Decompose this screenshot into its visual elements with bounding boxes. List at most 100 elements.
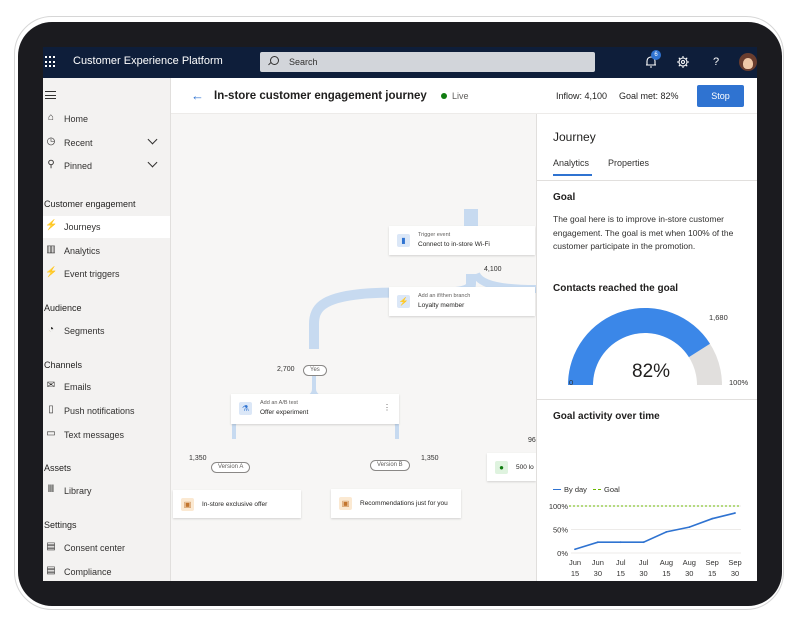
gauge-count-label: 1,680 xyxy=(709,313,728,322)
x-tick-label: Jul xyxy=(616,558,626,567)
y-tick-label: 50% xyxy=(553,526,568,535)
divider xyxy=(537,180,757,181)
waffle-icon[interactable] xyxy=(45,56,57,68)
journey-panel: Journey Analytics Properties Goal The go… xyxy=(536,114,757,581)
x-tick-label: Sep xyxy=(705,558,718,567)
chevron-down-icon xyxy=(147,157,158,168)
sidebar: ⌂ Home ◷ Recent ⚲ Pinned Customer engage… xyxy=(43,78,171,581)
page-header: ← In-store customer engagement journey L… xyxy=(171,78,757,114)
avatar[interactable] xyxy=(739,53,757,71)
gear-icon[interactable] xyxy=(675,54,691,70)
trigger-tile[interactable]: ▮ Trigger event Connect to in-store Wi-F… xyxy=(389,226,535,255)
sidebar-item-analytics[interactable]: ▥ Analytics xyxy=(43,240,170,262)
offer-b-tile[interactable]: ▣ Recommendations just for you xyxy=(331,489,461,518)
flow-count: 96 xyxy=(528,437,536,444)
sidebar-item-emails[interactable]: ✉ Emails xyxy=(43,376,170,398)
sidebar-item-push-notifications[interactable]: ▯ Push notifications xyxy=(43,400,170,422)
more-options-icon[interactable]: ⋮ xyxy=(383,403,391,412)
help-icon[interactable]: ? xyxy=(708,54,724,70)
segments-icon: ◔ xyxy=(47,324,55,335)
hamburger-menu-icon[interactable] xyxy=(45,91,56,99)
x-tick-label: Jun xyxy=(569,558,581,567)
gauge-value: 82% xyxy=(632,361,671,382)
journey-icon: ⚡ xyxy=(45,220,58,231)
app-screen: Customer Experience Platform Search 6 ? … xyxy=(43,47,757,581)
sidebar-item-compliance[interactable]: ▤ Compliance xyxy=(43,561,170,581)
yes-pill: Yes xyxy=(303,365,327,376)
flask-icon: ⚗ xyxy=(239,402,252,415)
status-badge: Live xyxy=(452,91,469,101)
x-tick-label: 30 xyxy=(594,569,602,578)
activity-heading: Goal activity over time xyxy=(553,411,660,422)
legend-by-day-swatch xyxy=(553,489,561,490)
search-icon xyxy=(270,56,279,65)
tab-analytics[interactable]: Analytics xyxy=(553,158,589,168)
goal-heading: Goal xyxy=(553,192,576,203)
top-bar: Customer Experience Platform Search 6 ? xyxy=(43,47,757,78)
y-tick-label: 100% xyxy=(549,502,569,511)
by-day-point xyxy=(596,541,599,544)
notification-badge: 6 xyxy=(651,50,661,60)
clock-icon: ◷ xyxy=(46,136,56,147)
x-tick-label: Jul xyxy=(639,558,649,567)
contacts-heading: Contacts reached the goal xyxy=(553,283,679,294)
x-tick-label: 15 xyxy=(662,569,670,578)
trigger-icon: ▮ xyxy=(397,234,410,247)
journey-canvas[interactable]: ▮ Trigger event Connect to in-store Wi-F… xyxy=(171,114,536,581)
sidebar-heading-settings: Settings xyxy=(44,520,77,530)
version-b-pill: Version B xyxy=(370,460,410,471)
legend-goal: Goal xyxy=(604,485,620,494)
x-tick-label: Jun xyxy=(592,558,604,567)
home-icon: ⌂ xyxy=(47,112,55,123)
ab-test-tile[interactable]: ⚗ Add an A/B test Offer experiment ⋮ xyxy=(231,394,399,424)
flow-count: 1,350 xyxy=(189,455,207,462)
sidebar-item-library[interactable]: Ⅲ Library xyxy=(43,480,170,502)
sidebar-item-event-triggers[interactable]: ⚡ Event triggers xyxy=(43,263,170,285)
by-day-point xyxy=(642,541,645,544)
version-a-pill: Version A xyxy=(211,462,251,473)
offer-a-tile[interactable]: ▣ In-store exclusive offer xyxy=(173,490,301,518)
consent-icon: ▤ xyxy=(46,541,56,552)
legend-goal-swatch xyxy=(593,489,601,490)
sidebar-item-pinned[interactable]: ⚲ Pinned xyxy=(43,155,170,177)
x-tick-label: Sep xyxy=(728,558,741,567)
bell-icon[interactable]: 6 xyxy=(643,50,661,70)
x-tick-label: 15 xyxy=(708,569,716,578)
sidebar-heading-customer-engagement: Customer engagement xyxy=(44,199,136,209)
by-day-series-line xyxy=(574,512,736,551)
active-tab-indicator xyxy=(553,174,592,176)
sidebar-item-journeys[interactable]: ⚡ Journeys xyxy=(43,216,170,238)
sidebar-item-recent[interactable]: ◷ Recent xyxy=(43,132,170,154)
stop-button[interactable]: Stop xyxy=(697,85,744,107)
inflow-count: Inflow: 4,100 xyxy=(556,91,608,101)
search-input[interactable]: Search xyxy=(260,52,595,72)
branch-tile[interactable]: ⚡ Add an if/then branch Loyalty member xyxy=(389,287,535,316)
goal-activity-chart: 0% 50% 100% Jun 15 Jun 30 Jul 15 Jul 30 Aug 15 Aug 30 S… xyxy=(549,502,742,578)
message-icon: ▭ xyxy=(46,428,56,439)
library-icon: Ⅲ xyxy=(47,484,55,495)
flow-count: 2,700 xyxy=(277,366,295,373)
flow-count: 4,100 xyxy=(484,266,502,273)
by-day-point xyxy=(619,541,622,544)
app-title: Customer Experience Platform xyxy=(73,55,223,67)
sidebar-item-consent-center[interactable]: ▤ Consent center xyxy=(43,537,170,559)
flow-count: 1,350 xyxy=(421,455,439,462)
message-icon: ● xyxy=(495,461,508,474)
live-status-dot xyxy=(441,93,447,99)
sidebar-item-home[interactable]: ⌂ Home xyxy=(43,108,170,130)
x-tick-label: Aug xyxy=(660,558,673,567)
sidebar-heading-assets: Assets xyxy=(44,463,72,473)
by-day-point xyxy=(665,530,668,533)
divider xyxy=(537,399,757,400)
partial-tile[interactable]: ● 500 lo xyxy=(487,453,536,481)
offer-icon: ▣ xyxy=(339,497,352,510)
tab-properties[interactable]: Properties xyxy=(608,158,649,168)
sidebar-item-text-messages[interactable]: ▭ Text messages xyxy=(43,424,170,446)
back-arrow-icon[interactable]: ← xyxy=(191,89,204,102)
by-day-point xyxy=(711,517,714,520)
sidebar-item-segments[interactable]: ◔ Segments xyxy=(43,320,170,342)
trigger-icon: ⚡ xyxy=(45,267,58,278)
analytics-icon: ▥ xyxy=(46,244,56,255)
sidebar-heading-audience: Audience xyxy=(44,303,82,313)
x-tick-label: 15 xyxy=(571,569,579,578)
